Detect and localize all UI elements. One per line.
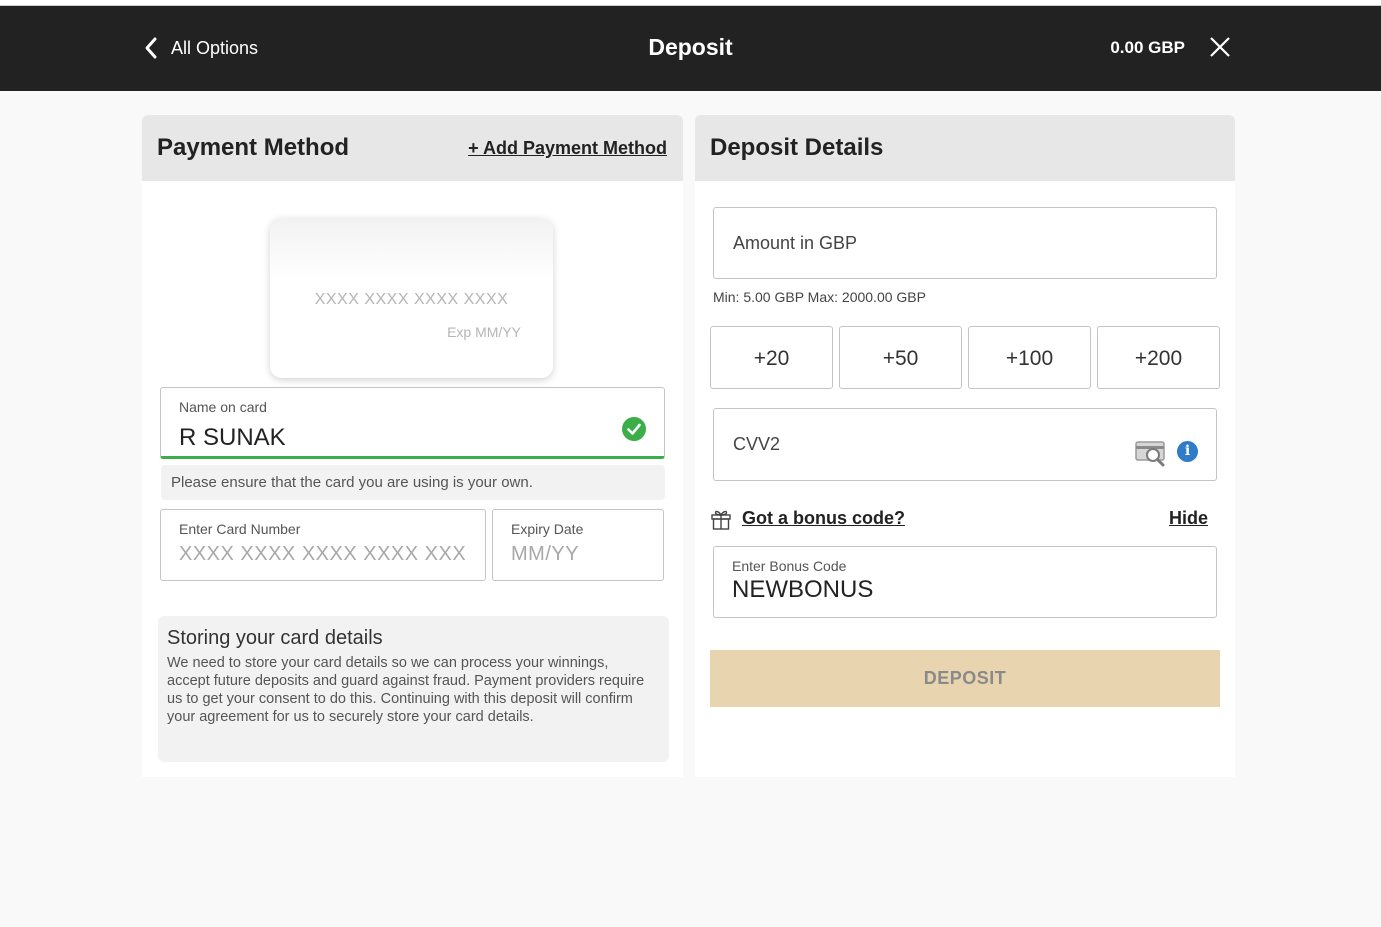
gift-icon (710, 508, 732, 535)
close-button[interactable] (1208, 35, 1232, 64)
storing-card-details-heading: Storing your card details (167, 627, 383, 649)
bonus-code-label: Enter Bonus Code (732, 558, 847, 574)
check-circle-icon (622, 417, 646, 446)
deposit-details-title: Deposit Details (710, 134, 884, 161)
quick-amount-50-button[interactable]: +50 (839, 326, 962, 389)
expiry-date-placeholder: MM/YY (511, 543, 580, 565)
name-on-card-field[interactable]: Name on card R SUNAK (160, 387, 665, 459)
balance-display: 0.00 GBP (1110, 38, 1185, 57)
amount-input[interactable]: Amount in GBP (713, 207, 1217, 279)
bonus-code-input[interactable]: Enter Bonus Code NEWBONUS (713, 546, 1217, 618)
name-on-card-value: R SUNAK (179, 424, 286, 451)
card-number-placeholder: XXXX XXXX XXXX XXXX XXX (179, 543, 467, 565)
deposit-details-panel: Deposit Details Amount in GBP Min: 5.00 … (695, 115, 1235, 777)
storing-card-details-box: Storing your card details We need to sto… (158, 616, 669, 762)
deposit-details-header: Deposit Details (695, 115, 1235, 181)
close-icon (1210, 37, 1230, 57)
bonus-code-value: NEWBONUS (732, 576, 874, 603)
payment-method-title: Payment Method (157, 134, 350, 161)
payment-method-header: Payment Method + Add Payment Method (142, 115, 683, 181)
amount-placeholder: Amount in GBP (733, 233, 858, 253)
quick-amount-200-button[interactable]: +200 (1097, 326, 1220, 389)
storing-card-details-body: We need to store your card details so we… (167, 655, 645, 725)
back-to-all-options[interactable]: All Options (143, 36, 258, 60)
cvv-placeholder: CVV2 (733, 434, 781, 454)
deposit-limits: Min: 5.00 GBP Max: 2000.00 GBP (713, 289, 926, 305)
card-ownership-notice-text: Please ensure that the card you are usin… (171, 474, 533, 491)
name-on-card-label: Name on card (179, 399, 267, 415)
card-number-label: Enter Card Number (179, 521, 301, 537)
add-payment-method-link[interactable]: + Add Payment Method (468, 138, 667, 159)
card-preview-expiry: Exp MM/YY (447, 324, 521, 340)
expiry-date-label: Expiry Date (511, 521, 584, 537)
back-label: All Options (171, 37, 259, 58)
cvv-input[interactable]: CVV2 i (713, 408, 1217, 481)
quick-amount-100-button[interactable]: +100 (968, 326, 1091, 389)
card-preview: XXXX XXXX XXXX XXXX Exp MM/YY (270, 218, 553, 378)
card-preview-number: XXXX XXXX XXXX XXXX (314, 291, 509, 308)
deposit-button[interactable]: DEPOSIT (710, 650, 1220, 707)
bonus-code-row: Got a bonus code? Hide (710, 507, 1210, 533)
header-bar: All Options Deposit 0.00 GBP (0, 6, 1381, 91)
card-number-field[interactable]: Enter Card Number XXXX XXXX XXXX XXXX XX… (160, 509, 486, 581)
card-scan-icon (1135, 439, 1167, 472)
expiry-date-field[interactable]: Expiry Date MM/YY (492, 509, 664, 581)
chevron-left-icon (145, 37, 157, 59)
info-icon[interactable]: i (1177, 441, 1198, 462)
hide-bonus-link[interactable]: Hide (1169, 508, 1208, 529)
quick-amount-20-button[interactable]: +20 (710, 326, 833, 389)
payment-method-panel: Payment Method + Add Payment Method XXXX… (142, 115, 683, 777)
card-ownership-notice: Please ensure that the card you are usin… (161, 465, 665, 500)
bonus-code-toggle[interactable]: Got a bonus code? (742, 508, 905, 529)
